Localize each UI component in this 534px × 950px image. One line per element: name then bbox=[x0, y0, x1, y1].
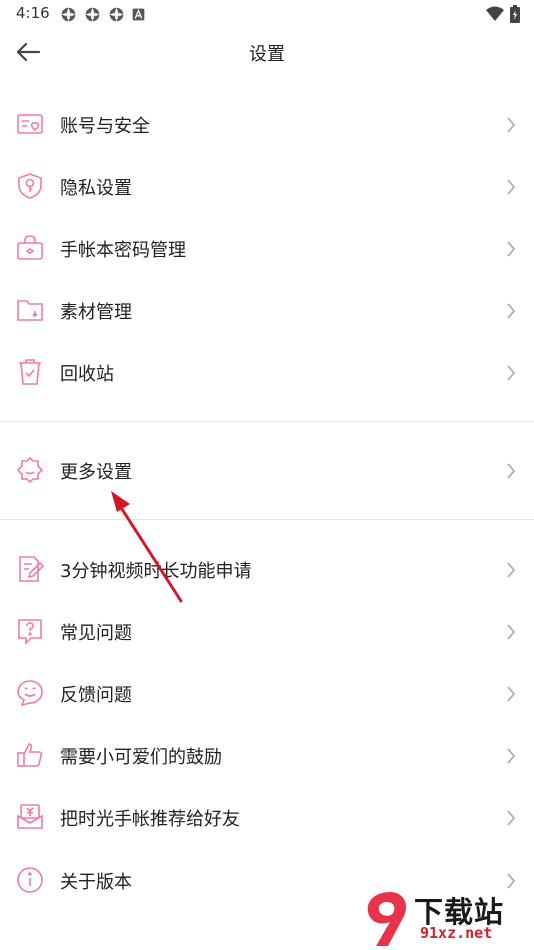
status-time: 4:16 bbox=[16, 4, 50, 22]
settings-item-label: 素材管理 bbox=[60, 302, 132, 323]
feedback-smile-icon bbox=[17, 680, 43, 707]
account-security-icon bbox=[17, 114, 43, 134]
settings-item-label: 账号与安全 bbox=[60, 116, 150, 137]
settings-item-label: 关于版本 bbox=[60, 872, 132, 893]
status-right bbox=[486, 5, 520, 23]
section-divider bbox=[0, 519, 534, 520]
notification-icons bbox=[60, 6, 145, 23]
folder-icon bbox=[17, 300, 43, 321]
chevron-right-icon bbox=[507, 562, 516, 578]
notification-app-icon bbox=[85, 7, 100, 22]
settings-item-feedback[interactable]: 反馈问题 bbox=[0, 663, 534, 725]
gear-icon bbox=[16, 456, 44, 484]
settings-item-video-duration[interactable]: 3分钟视频时长功能申请 bbox=[0, 539, 534, 601]
chevron-right-icon bbox=[507, 365, 516, 381]
settings-item-label: 反馈问题 bbox=[60, 685, 132, 706]
gift-recommend-icon bbox=[17, 804, 43, 829]
chevron-right-icon bbox=[507, 241, 516, 257]
chevron-right-icon bbox=[507, 303, 516, 319]
settings-item-label: 常见问题 bbox=[60, 623, 132, 644]
chevron-right-icon bbox=[507, 463, 516, 479]
page-title: 设置 bbox=[249, 44, 285, 65]
settings-item-recommend[interactable]: 把时光手帐推荐给好友 bbox=[0, 787, 534, 849]
app-header: 设置 bbox=[0, 28, 534, 76]
watermark-url: 91xz.net bbox=[420, 924, 493, 942]
settings-item-label: 3分钟视频时长功能申请 bbox=[60, 561, 252, 582]
settings-item-faq[interactable]: 常见问题 bbox=[0, 601, 534, 663]
chevron-right-icon bbox=[507, 117, 516, 133]
privacy-shield-icon bbox=[18, 173, 42, 199]
battery-icon bbox=[510, 5, 520, 23]
chevron-right-icon bbox=[507, 748, 516, 764]
chevron-right-icon bbox=[507, 624, 516, 640]
recycle-bin-icon bbox=[19, 359, 41, 385]
settings-item-password[interactable]: 手帐本密码管理 bbox=[0, 218, 534, 280]
settings-item-label: 隐私设置 bbox=[60, 178, 132, 199]
thumbs-up-icon bbox=[17, 743, 43, 767]
chevron-right-icon bbox=[507, 810, 516, 826]
watermark-logo: 下载站 91xz.net bbox=[362, 888, 534, 950]
settings-item-materials[interactable]: 素材管理 bbox=[0, 280, 534, 342]
status-bar: 4:16 bbox=[0, 0, 534, 28]
wifi-icon bbox=[486, 6, 504, 21]
settings-item-label: 把时光手帐推荐给好友 bbox=[60, 809, 240, 830]
settings-item-recycle-bin[interactable]: 回收站 bbox=[0, 342, 534, 404]
notification-app-icon bbox=[109, 7, 124, 22]
faq-icon bbox=[18, 619, 42, 645]
password-lock-icon bbox=[17, 235, 43, 260]
chevron-right-icon bbox=[507, 873, 516, 889]
edit-document-icon bbox=[19, 556, 44, 582]
watermark-nine-icon bbox=[367, 892, 407, 946]
settings-item-label: 手帐本密码管理 bbox=[60, 240, 186, 261]
info-icon bbox=[17, 867, 43, 893]
section-divider bbox=[0, 421, 534, 422]
settings-item-label: 更多设置 bbox=[60, 462, 132, 483]
chevron-right-icon bbox=[507, 686, 516, 702]
settings-item-encourage[interactable]: 需要小可爱们的鼓励 bbox=[0, 725, 534, 787]
notification-app-icon bbox=[61, 7, 76, 22]
settings-item-more-settings[interactable]: 更多设置 bbox=[0, 440, 534, 502]
settings-item-label: 回收站 bbox=[60, 364, 114, 385]
chevron-right-icon bbox=[507, 179, 516, 195]
settings-item-label: 需要小可爱们的鼓励 bbox=[60, 747, 222, 768]
font-a-icon bbox=[132, 8, 145, 21]
settings-item-account-security[interactable]: 账号与安全 bbox=[0, 94, 534, 156]
settings-item-privacy[interactable]: 隐私设置 bbox=[0, 156, 534, 218]
